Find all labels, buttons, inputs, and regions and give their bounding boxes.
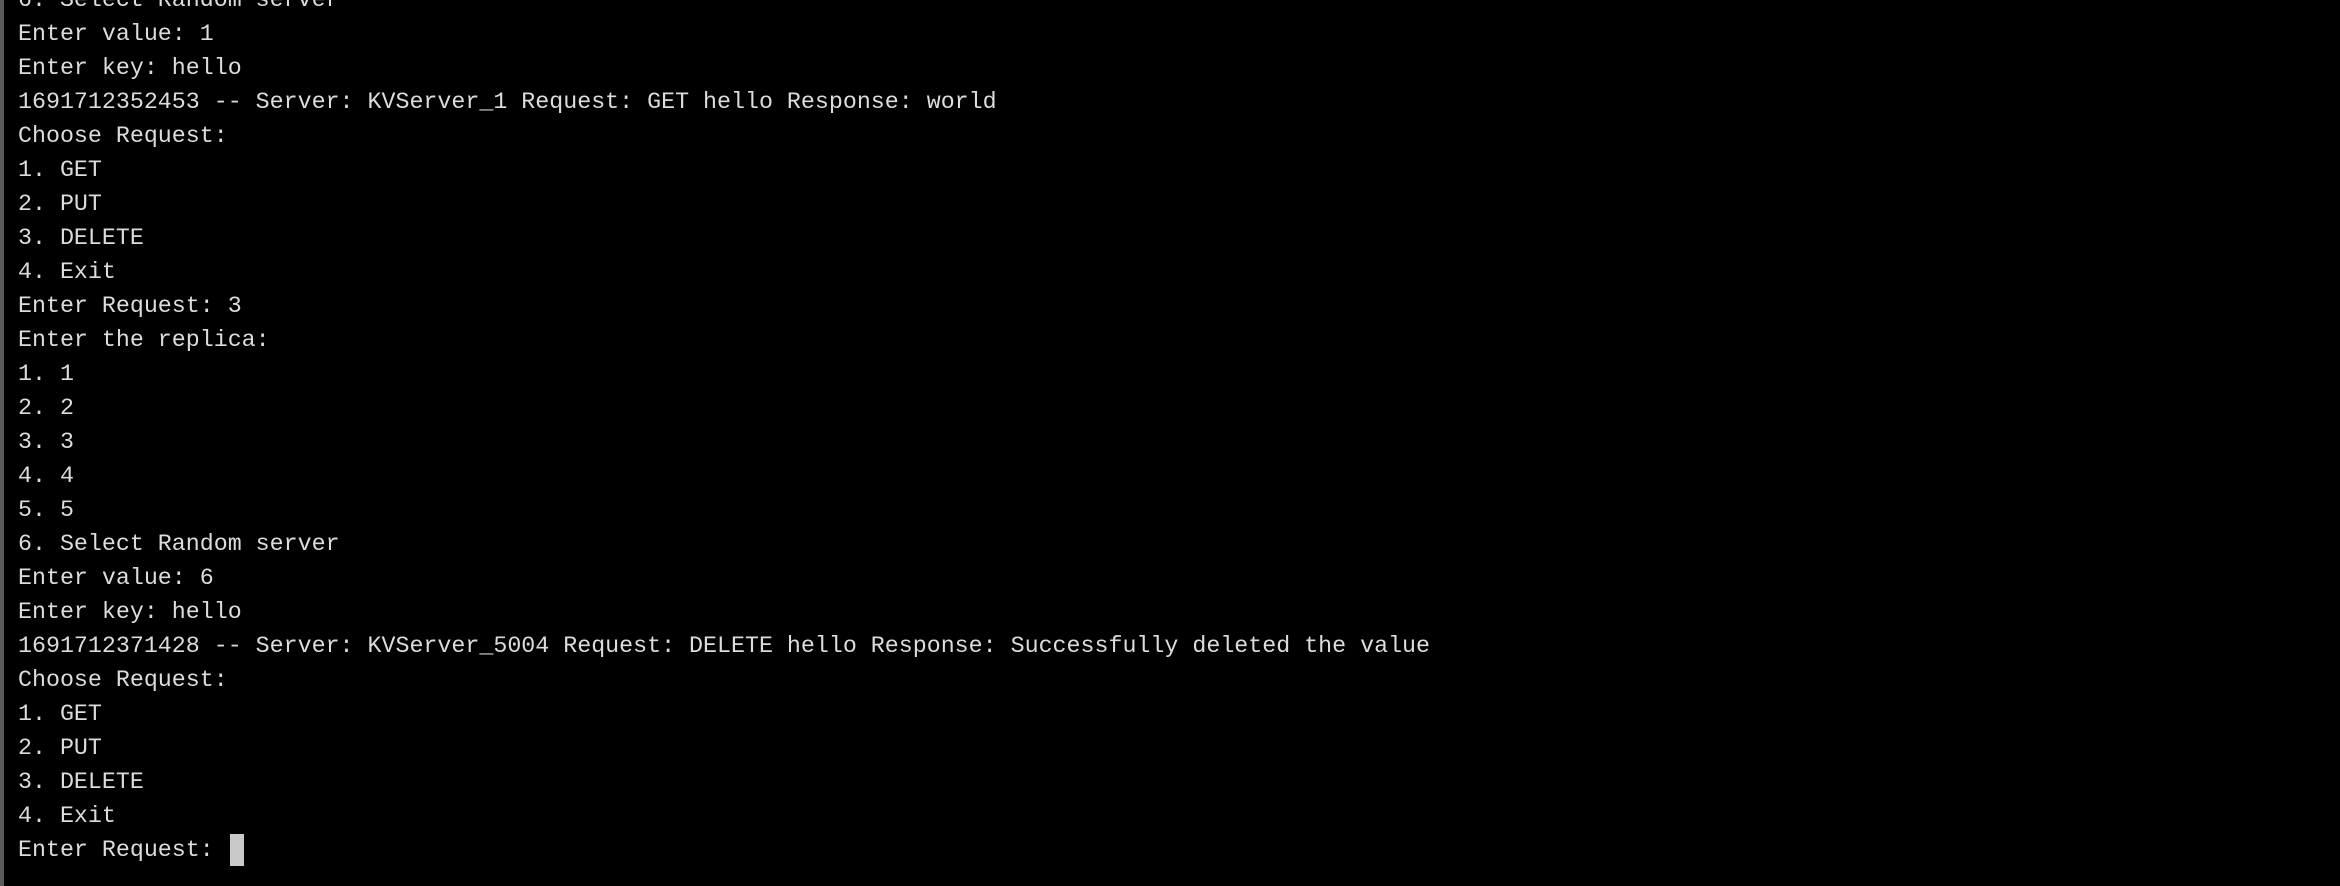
window-border (0, 0, 4, 886)
terminal-line: Choose Request: (18, 123, 228, 149)
terminal-output[interactable]: 6. Select Random server Enter value: 1 Ent… (18, 0, 2340, 886)
terminal-line: 2. PUT (18, 191, 102, 217)
terminal-line: Enter the replica: (18, 327, 270, 353)
prompt-line[interactable]: Enter Request: (18, 833, 2340, 867)
terminal-line: 1691712352453 -- Server: KVServer_1 Requ… (18, 89, 997, 115)
terminal-line: 4. Exit (18, 803, 116, 829)
terminal-line: 1. 1 (18, 361, 74, 387)
terminal-line: Enter Request: 3 (18, 293, 242, 319)
terminal-line: Enter value: 1 (18, 21, 214, 47)
terminal-line: Choose Request: (18, 667, 228, 693)
terminal-line: 4. Exit (18, 259, 116, 285)
terminal-line: 1691712371428 -- Server: KVServer_5004 R… (18, 633, 1431, 659)
terminal-line: 3. 3 (18, 429, 74, 455)
terminal-line: 3. DELETE (18, 225, 144, 251)
terminal-line: Enter value: 6 (18, 565, 214, 591)
terminal-line: 6. Select Random server (18, 0, 340, 13)
terminal-lines: 6. Select Random server Enter value: 1 Ent… (18, 0, 2340, 833)
prompt-text: Enter Request: (18, 837, 228, 863)
text-cursor (229, 833, 244, 866)
terminal-line: Enter key: hello (18, 599, 242, 625)
terminal-line: 1. GET (18, 157, 102, 183)
terminal-line: 2. PUT (18, 735, 102, 761)
terminal-line: 1. GET (18, 701, 102, 727)
terminal-line: 6. Select Random server (18, 531, 340, 557)
terminal-line: 2. 2 (18, 395, 74, 421)
terminal-line: 5. 5 (18, 497, 74, 523)
terminal-line: 3. DELETE (18, 769, 144, 795)
terminal-line: Enter key: hello (18, 55, 242, 81)
terminal-line: 4. 4 (18, 463, 74, 489)
